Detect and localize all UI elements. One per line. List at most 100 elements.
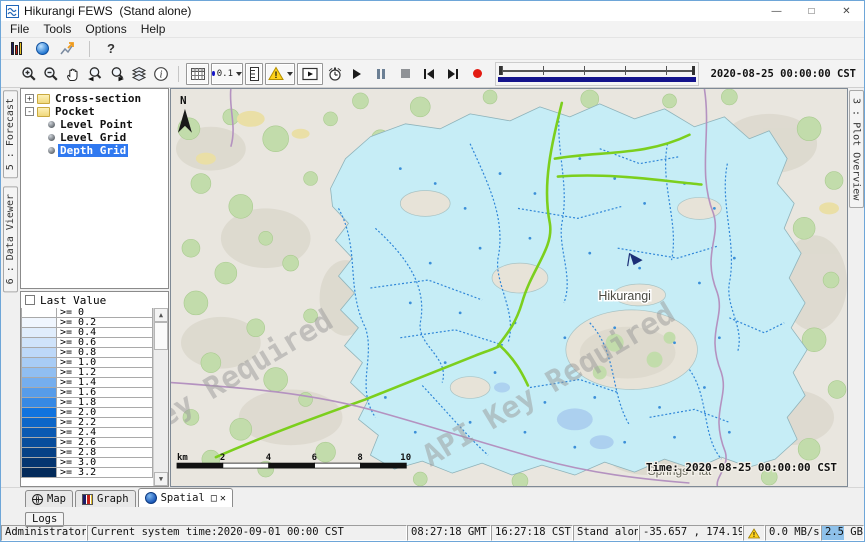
- tree-item-icon: [48, 147, 55, 154]
- pan-button[interactable]: [63, 64, 83, 84]
- svg-text:6: 6: [312, 453, 317, 463]
- tree-item-icon: [37, 94, 50, 104]
- layers-button[interactable]: [129, 64, 149, 84]
- tree-expander-icon[interactable]: +: [25, 94, 34, 103]
- window-title: Hikurangi FEWS (Stand alone): [24, 4, 191, 18]
- stop-icon: [401, 69, 410, 78]
- svg-text:i: i: [160, 69, 163, 80]
- menu-item[interactable]: Help: [134, 22, 173, 36]
- step-back-button[interactable]: [419, 64, 439, 84]
- chevron-down-icon: [236, 72, 242, 76]
- play-button[interactable]: [347, 64, 367, 84]
- record-icon: [473, 69, 482, 78]
- svg-text:4: 4: [266, 453, 271, 463]
- grid-display-button[interactable]: [186, 63, 209, 85]
- status-memory: 2.5 GB: [821, 525, 864, 541]
- svg-text:!: !: [752, 531, 756, 539]
- status-coordinates: -35.657 , 174.199: [639, 525, 743, 541]
- minimize-button[interactable]: —: [759, 1, 794, 21]
- timeline-track[interactable]: [500, 70, 694, 72]
- tree-item[interactable]: Level Point: [22, 118, 167, 131]
- bottom-tab[interactable]: Graph □ ✕: [75, 490, 136, 507]
- step-forward-button[interactable]: [443, 64, 463, 84]
- animation-player-button[interactable]: [297, 63, 323, 85]
- zoom-previous-button[interactable]: [85, 64, 105, 84]
- status-bar: Administrator Current system time:2020-0…: [1, 525, 864, 541]
- scroll-down-icon[interactable]: ▼: [154, 472, 168, 486]
- threshold-value: 0.1: [217, 69, 233, 79]
- tree-item-label: Level Grid: [58, 131, 128, 144]
- tree-item[interactable]: + Cross-section: [22, 92, 167, 105]
- timeline-span-bar[interactable]: [498, 77, 696, 82]
- zoom-out-icon: [43, 66, 59, 82]
- tree-item[interactable]: Level Grid: [22, 131, 167, 144]
- map-viewport[interactable]: API Key Required API Key Required Hikura…: [170, 88, 848, 487]
- close-button[interactable]: ✕: [829, 1, 864, 21]
- legend-value-label: >= 3.2: [57, 467, 153, 478]
- svg-text:10: 10: [400, 453, 411, 463]
- scrollbar-thumb[interactable]: [154, 322, 168, 350]
- animation-settings-button[interactable]: [325, 64, 345, 84]
- help-button[interactable]: ?: [101, 39, 121, 59]
- zoom-next-button[interactable]: [107, 64, 127, 84]
- scroll-up-icon[interactable]: ▲: [154, 308, 168, 322]
- tab-close-icon[interactable]: ✕: [220, 493, 226, 504]
- help-icon: ?: [107, 41, 115, 56]
- threshold-dropdown[interactable]: 0.1: [211, 63, 243, 85]
- database-explorer-button[interactable]: [6, 39, 26, 59]
- tab-icon: [32, 494, 43, 505]
- grid-icon: [191, 68, 205, 80]
- bottom-tab[interactable]: Spatial □ ✕: [138, 488, 233, 507]
- pause-button[interactable]: [371, 64, 391, 84]
- menu-item[interactable]: File: [3, 22, 36, 36]
- last-value-checkbox[interactable]: [25, 295, 35, 305]
- slideshow-icon: [302, 67, 318, 81]
- maximize-button[interactable]: □: [794, 1, 829, 21]
- legend-panel: Last Value >= 0 >= 0.2: [20, 291, 169, 487]
- ruler-button[interactable]: [245, 63, 263, 85]
- legend-scrollbar[interactable]: ▲ ▼: [153, 308, 168, 486]
- stop-button[interactable]: [395, 64, 415, 84]
- tab-icon: [82, 494, 93, 505]
- legend-row[interactable]: >= 3.2: [21, 467, 153, 478]
- map-canvas[interactable]: API Key Required API Key Required Hikura…: [171, 89, 847, 486]
- zoom-out-button[interactable]: [41, 64, 61, 84]
- tree-item-icon: [37, 107, 50, 117]
- info-button[interactable]: i: [151, 64, 171, 84]
- side-tab[interactable]: 6 : Data Viewer: [3, 186, 18, 292]
- app-logo-icon: [6, 5, 19, 18]
- bottom-tab[interactable]: Map □ ✕: [25, 490, 73, 507]
- warning-icon: !: [748, 528, 760, 539]
- skip-to-start-icon: [424, 69, 434, 79]
- tab-label: Spatial: [161, 492, 205, 504]
- chart-arrow-icon: [60, 41, 76, 56]
- tab-label: Graph: [97, 493, 129, 505]
- side-tab[interactable]: 3 : Plot Overview: [849, 90, 864, 208]
- record-button[interactable]: [467, 64, 487, 84]
- tree-item[interactable]: Depth Grid: [22, 144, 167, 157]
- spatial-display-button[interactable]: [58, 39, 78, 59]
- pause-icon: [377, 69, 385, 79]
- menu-item[interactable]: Options: [78, 22, 133, 36]
- thresholds-warning-dropdown[interactable]: !: [265, 63, 295, 85]
- tab-maximize-icon[interactable]: □: [211, 493, 217, 504]
- svg-text:8: 8: [357, 453, 362, 463]
- logs-row: Logs: [1, 507, 864, 525]
- svg-text:2: 2: [220, 453, 225, 463]
- play-icon: [353, 69, 361, 79]
- last-value-label: Last Value: [40, 294, 106, 307]
- tree-item[interactable]: - Pocket: [22, 105, 167, 118]
- place-label-hikurangi: Hikurangi: [598, 289, 651, 303]
- books-icon: [11, 42, 22, 55]
- map-display-button[interactable]: [32, 39, 52, 59]
- menu-bar: FileToolsOptionsHelp: [1, 21, 864, 38]
- menu-item[interactable]: Tools: [36, 22, 78, 36]
- tree-item-icon: [48, 134, 55, 141]
- timeline-datetime: 2020-08-25 00:00:00 CST: [707, 68, 860, 80]
- side-tab[interactable]: 5 : Forecast: [3, 90, 18, 178]
- tree-expander-icon[interactable]: -: [25, 107, 34, 116]
- legend-header: Last Value: [21, 292, 168, 308]
- zoom-in-button[interactable]: [19, 64, 39, 84]
- map-toolbar: i 0.1 ! 2020-08-25 00:00:00 CST: [1, 60, 864, 88]
- timeline-slider[interactable]: [495, 62, 699, 86]
